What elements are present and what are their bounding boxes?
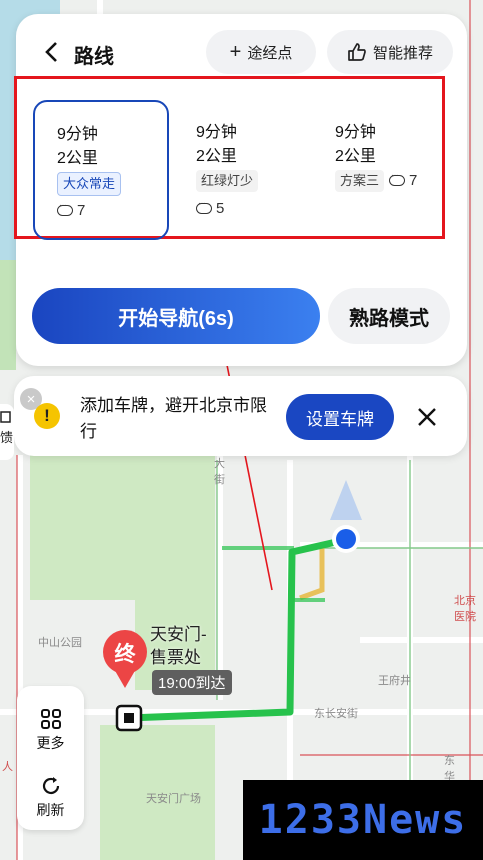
watermark: 1233News xyxy=(243,780,483,860)
route-option-2[interactable]: 9分钟 2公里 红绿灯少 5 xyxy=(174,100,310,240)
comment-icon xyxy=(196,198,212,214)
thumbs-up-icon xyxy=(348,43,366,61)
recommend-button[interactable]: 智能推荐 xyxy=(327,30,453,74)
plate-tip-text: 添加车牌，避开北京市限行 xyxy=(80,396,267,441)
refresh-icon xyxy=(42,777,59,795)
feedback-tab[interactable]: 馈 xyxy=(0,404,14,460)
map-label-wangfujing: 王府井 xyxy=(378,675,411,687)
map-label-east-a: 东 xyxy=(444,755,455,767)
grid-icon xyxy=(40,709,61,729)
map-label-street-a: 大 xyxy=(214,458,225,470)
familiar-mode-button[interactable]: 熟路模式 xyxy=(328,288,450,344)
refresh-label: 刷新 xyxy=(36,802,65,818)
route-option-1[interactable]: 9分钟 2公里 大众常走 7 xyxy=(33,100,169,240)
route-tag: 方案三 xyxy=(335,170,385,192)
map-label-park: 中山公园 xyxy=(38,637,82,649)
destination-name-line1: 天安门- xyxy=(150,625,207,644)
plus-icon: + xyxy=(229,40,242,63)
comment-icon xyxy=(389,170,405,186)
route-comment-count: 5 xyxy=(216,200,225,217)
feedback-label: 馈 xyxy=(0,430,14,445)
map-label-square: 天安门广场 xyxy=(146,793,201,805)
map-label-hospital-b: 医院 xyxy=(454,611,476,623)
map-label-hospital: 北京 医院 xyxy=(454,592,476,624)
comment-icon xyxy=(57,200,73,216)
destination-pin-label: 终 xyxy=(114,643,136,666)
set-plate-button[interactable]: 设置车牌 xyxy=(286,394,394,440)
route-comment-count: 7 xyxy=(409,172,418,189)
route-distance: 2公里 xyxy=(335,148,376,165)
more-label: 更多 xyxy=(36,735,65,751)
map-label-hospital-a: 北京 xyxy=(454,595,476,607)
destination-name-line2: 售票处 xyxy=(150,648,201,667)
refresh-button[interactable]: 刷新 xyxy=(17,775,84,820)
route-tag: 红绿灯少 xyxy=(196,170,259,192)
route-comments: 7 xyxy=(389,170,418,189)
route-comments: 5 xyxy=(196,198,225,217)
route-comments: 7 xyxy=(57,200,86,219)
back-button[interactable] xyxy=(40,38,62,66)
feedback-icon xyxy=(0,411,11,423)
back-arrow-icon xyxy=(45,42,57,62)
recommend-label: 智能推荐 xyxy=(372,44,433,62)
route-time: 9分钟 xyxy=(335,124,376,141)
route-option-3[interactable]: 9分钟 2公里 方案三 7 xyxy=(313,100,449,240)
start-navigation-button[interactable]: 开始导航(6s) xyxy=(32,288,320,344)
destination-name[interactable]: 天安门- 售票处 xyxy=(150,623,207,669)
route-time: 9分钟 xyxy=(57,126,98,143)
map-label-ren: 人 xyxy=(2,761,13,773)
waypoint-button[interactable]: + 途经点 xyxy=(206,30,316,74)
map-label-street-b: 街 xyxy=(214,474,225,486)
page-title: 路线 xyxy=(74,46,114,68)
route-distance: 2公里 xyxy=(57,150,98,167)
arrival-time-badge: 19:00到达 xyxy=(152,670,232,695)
route-comment-count: 7 xyxy=(77,202,86,219)
map-label-dongchangan: 东长安街 xyxy=(314,708,358,720)
route-tag: 大众常走 xyxy=(57,172,122,196)
waypoint-label: 途经点 xyxy=(247,44,293,62)
map-label-street: 大街 xyxy=(214,455,225,487)
close-tip-button[interactable] xyxy=(412,402,442,432)
route-distance: 2公里 xyxy=(196,148,237,165)
warning-icon: ! xyxy=(34,403,60,429)
close-icon xyxy=(418,408,436,426)
route-time: 9分钟 xyxy=(196,124,237,141)
more-button[interactable]: 更多 xyxy=(17,708,84,753)
